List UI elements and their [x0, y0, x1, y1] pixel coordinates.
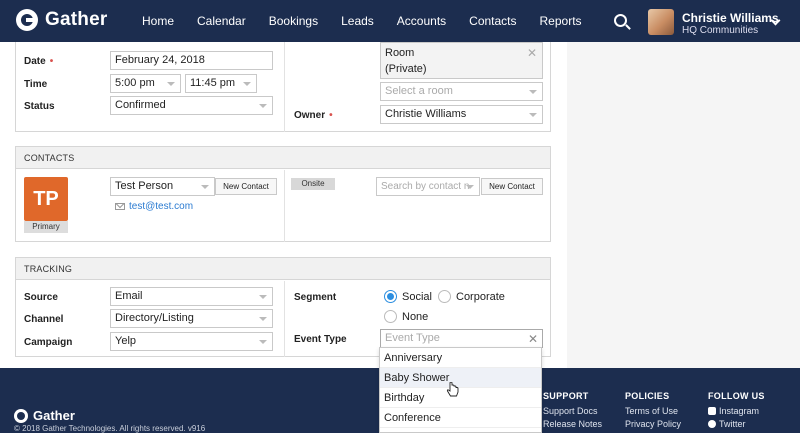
onsite-badge: Onsite [291, 178, 335, 190]
caret-down-icon [259, 295, 267, 299]
caret-down-icon [259, 340, 267, 344]
event-type-option-baby-shower[interactable]: Baby Shower [380, 368, 541, 388]
segment-radio-corporate[interactable] [438, 290, 451, 303]
footer-link-twitter[interactable]: Twitter [708, 418, 765, 431]
time-label: Time [24, 79, 48, 90]
user-name[interactable]: Christie Williams [682, 11, 779, 25]
nav-links: Home Calendar Bookings Leads Accounts Co… [142, 0, 605, 42]
nav-link-accounts[interactable]: Accounts [397, 0, 446, 42]
event-type-label: Event Type [294, 334, 347, 345]
footer-follow-heading: FOLLOW US [708, 391, 765, 401]
nav-link-calendar[interactable]: Calendar [197, 0, 246, 42]
nav-link-bookings[interactable]: Bookings [269, 0, 318, 42]
contact-initials-avatar: TP [24, 177, 68, 221]
instagram-icon [708, 407, 716, 415]
footer-link-instagram[interactable]: Instagram [708, 405, 765, 418]
tracking-panel: TRACKING Source Email Channel Directory/… [15, 257, 551, 357]
date-field[interactable]: February 24, 2018 [110, 51, 273, 70]
segment-option-corporate[interactable]: Corporate [456, 291, 505, 303]
channel-label: Channel [24, 314, 64, 325]
caret-down-icon [466, 185, 474, 189]
selected-room-tag[interactable]: Room (Private) ✕ [380, 42, 543, 79]
nav-link-reports[interactable]: Reports [540, 0, 582, 42]
contacts-header: CONTACTS [16, 147, 550, 169]
gather-logo-icon [14, 408, 28, 423]
event-type-select[interactable]: Event Type ✕ [380, 329, 543, 348]
footer-policies-heading: POLICIES [625, 391, 670, 401]
event-type-option-anniversary[interactable]: Anniversary [380, 348, 541, 368]
footer-link-release-notes[interactable]: Release Notes [543, 418, 602, 431]
gather-logo-icon [16, 9, 38, 31]
user-organization: HQ Communities [682, 25, 759, 36]
close-icon[interactable]: ✕ [528, 331, 538, 347]
user-avatar[interactable] [648, 9, 674, 35]
status-label: Status [24, 101, 55, 112]
date-label: Date • [24, 56, 54, 67]
channel-select[interactable]: Directory/Listing [110, 309, 273, 328]
caret-down-icon [201, 185, 209, 189]
caret-down-icon [167, 82, 175, 86]
new-contact-button-onsite[interactable]: New Contact [481, 178, 543, 195]
footer-link-support-docs[interactable]: Support Docs [543, 405, 602, 418]
status-select[interactable]: Confirmed [110, 96, 273, 115]
campaign-select[interactable]: Yelp [110, 332, 273, 351]
caret-down-icon [529, 90, 537, 94]
new-contact-button[interactable]: New Contact [215, 178, 277, 195]
owner-select[interactable]: Christie Williams [380, 105, 543, 124]
mail-icon [115, 203, 125, 210]
tracking-header: TRACKING [16, 258, 550, 280]
pointer-cursor-icon [446, 382, 459, 397]
footer-logo[interactable]: Gather [14, 408, 75, 423]
room-select[interactable]: Select a room [380, 82, 543, 101]
footer-support-column: SUPPORT Support Docs Release Notes [543, 391, 602, 431]
footer-logo-text: Gather [33, 408, 75, 423]
nav-link-leads[interactable]: Leads [341, 0, 374, 42]
room-type: (Private) [385, 63, 427, 75]
footer-link-privacy[interactable]: Privacy Policy [625, 418, 681, 431]
event-type-option-conference[interactable]: Conference [380, 408, 541, 428]
contact-email-link[interactable]: test@test.com [129, 201, 193, 212]
footer-follow-column: FOLLOW US Instagram Twitter [708, 391, 765, 431]
caret-down-icon [243, 82, 251, 86]
caret-down-icon [529, 113, 537, 117]
caret-down-icon [259, 104, 267, 108]
booking-form-area: Date • February 24, 2018 Time 5:00 pm 11:… [0, 42, 567, 368]
close-icon[interactable]: ✕ [527, 45, 537, 61]
gather-logo[interactable]: Gather [16, 9, 107, 31]
caret-down-icon [259, 317, 267, 321]
primary-badge: Primary [24, 221, 68, 233]
segment-label: Segment [294, 292, 337, 303]
source-label: Source [24, 292, 58, 303]
end-time-select[interactable]: 11:45 pm [185, 74, 257, 93]
segment-option-none[interactable]: None [402, 311, 428, 323]
twitter-icon [708, 420, 716, 428]
footer-link-terms[interactable]: Terms of Use [625, 405, 681, 418]
event-type-option-birthday[interactable]: Birthday [380, 388, 541, 408]
contact-select[interactable]: Test Person [110, 177, 215, 196]
segment-option-social[interactable]: Social [402, 291, 432, 303]
segment-radio-none[interactable] [384, 310, 397, 323]
campaign-label: Campaign [24, 337, 73, 348]
column-divider [284, 42, 285, 132]
start-time-select[interactable]: 5:00 pm [110, 74, 181, 93]
search-icon[interactable] [614, 14, 627, 27]
booking-details-panel: Date • February 24, 2018 Time 5:00 pm 11:… [15, 42, 551, 132]
column-divider [284, 170, 285, 242]
room-name: Room [385, 47, 415, 59]
footer-policies-column: POLICIES Terms of Use Privacy Policy [625, 391, 681, 431]
contacts-panel: CONTACTS TP Primary Test Person New Cont… [15, 146, 551, 242]
segment-radio-social[interactable] [384, 290, 397, 303]
nav-link-contacts[interactable]: Contacts [469, 0, 516, 42]
source-select[interactable]: Email [110, 287, 273, 306]
contact-search-input[interactable]: Search by contact n [376, 177, 480, 196]
footer-support-heading: SUPPORT [543, 391, 589, 401]
column-divider [284, 281, 285, 357]
nav-link-home[interactable]: Home [142, 0, 174, 42]
gather-logo-text: Gather [45, 9, 108, 30]
event-type-dropdown-menu: Anniversary Baby Shower Birthday Confere… [379, 347, 542, 433]
copyright-text: © 2018 Gather Technologies. All rights r… [14, 424, 206, 433]
top-navigation-bar: Gather Home Calendar Bookings Leads Acco… [0, 0, 800, 42]
owner-label: Owner • [294, 110, 333, 121]
